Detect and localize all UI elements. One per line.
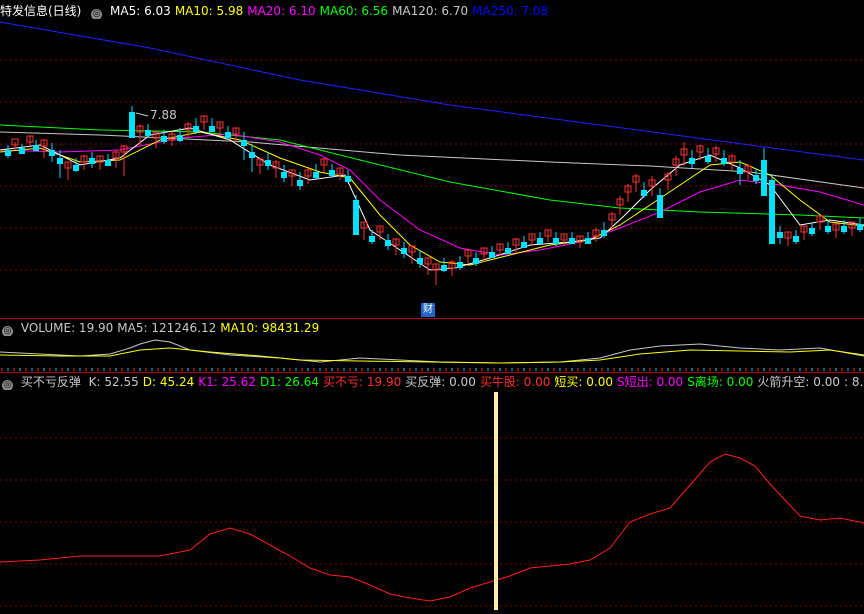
indicator-line bbox=[0, 453, 864, 602]
indicator-chart[interactable] bbox=[0, 0, 864, 614]
current-cursor-marker bbox=[494, 392, 498, 610]
